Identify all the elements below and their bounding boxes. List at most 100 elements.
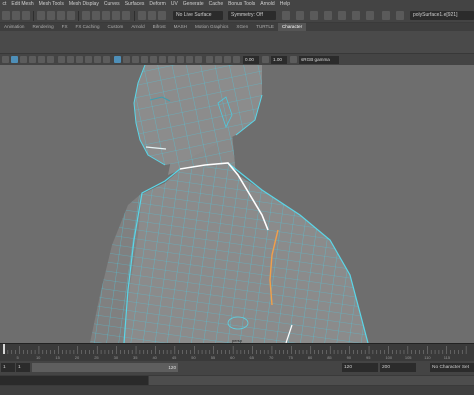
isolate-select-icon[interactable]	[206, 56, 213, 63]
gate-mask-icon[interactable]	[85, 56, 92, 63]
snap-curve-icon[interactable]	[92, 11, 100, 20]
xray-icon[interactable]	[215, 56, 222, 63]
transform-icon[interactable]	[324, 11, 332, 20]
tab-fx-caching[interactable]: FX Caching	[72, 23, 104, 31]
time-ruler[interactable]	[0, 344, 474, 354]
menu-cache[interactable]: Cache	[206, 0, 225, 9]
menu-uv[interactable]: UV	[168, 0, 180, 9]
playback-range-bar[interactable]: 120	[32, 363, 178, 372]
resolution-gate-icon[interactable]	[76, 56, 83, 63]
tab-bifrost[interactable]: Bifrost	[149, 23, 170, 31]
viewport-persp[interactable]: persp	[0, 65, 474, 343]
gamma-icon[interactable]	[262, 56, 269, 63]
select-by-object-icon[interactable]	[12, 11, 20, 20]
grease-pencil-icon[interactable]	[47, 56, 54, 63]
face-mask-icon[interactable]	[57, 11, 65, 20]
menu-arnold[interactable]: Arnold	[258, 0, 277, 9]
menu-help[interactable]: Help	[277, 0, 292, 9]
shelf-area	[0, 31, 474, 53]
tab-rendering[interactable]: Rendering	[28, 23, 57, 31]
frame-mark-label: 35	[133, 355, 138, 360]
color-management-icon[interactable]	[290, 56, 297, 63]
tab-animation[interactable]: Animation	[0, 23, 28, 31]
render-frame-icon[interactable]	[148, 11, 156, 20]
film-gate-icon[interactable]	[67, 56, 74, 63]
image-plane-icon[interactable]	[29, 56, 36, 63]
rename-icon[interactable]	[396, 11, 404, 20]
anti-aliasing-icon[interactable]	[186, 56, 193, 63]
shadows-icon[interactable]	[159, 56, 166, 63]
frame-mark-label: 100	[385, 355, 393, 360]
view-transform-field[interactable]: sRGB gamma	[299, 56, 339, 64]
ipr-render-icon[interactable]	[158, 11, 166, 20]
menu-surfaces[interactable]: Surfaces	[122, 0, 147, 9]
command-result	[149, 376, 474, 385]
command-input[interactable]	[0, 376, 148, 385]
smooth-shade-icon[interactable]	[123, 56, 130, 63]
snap-live-icon[interactable]	[122, 11, 130, 20]
quick-select-icon[interactable]	[338, 11, 346, 20]
select-by-component-icon[interactable]	[22, 11, 30, 20]
tab-arnold[interactable]: Arnold	[127, 23, 148, 31]
input-line-icon[interactable]	[382, 11, 390, 20]
soft-select-icon[interactable]	[282, 11, 290, 20]
object-edit-icon[interactable]	[366, 11, 374, 20]
tab-character[interactable]: Character	[277, 23, 307, 31]
tab-motion-graphics[interactable]: Motion Graphics	[191, 23, 232, 31]
exposure-field[interactable]: 0.00	[243, 56, 259, 64]
menu-curves[interactable]: Curves	[101, 0, 122, 9]
render-view-icon[interactable]	[138, 11, 146, 20]
textured-icon[interactable]	[141, 56, 148, 63]
edge-mask-icon[interactable]	[47, 11, 55, 20]
select-by-hierarchy-icon[interactable]	[2, 11, 10, 20]
snap-point-icon[interactable]	[102, 11, 110, 20]
tab-turtle[interactable]: TURTLE	[252, 23, 278, 31]
symmetry-dropdown[interactable]: Symmetry: Off	[228, 11, 276, 20]
object-name-field[interactable]: polySurface1.e[921]	[410, 11, 474, 20]
lock-icon[interactable]	[352, 11, 360, 20]
character-set-dropdown[interactable]: No Character Set	[430, 363, 474, 372]
magnet-icon[interactable]	[296, 11, 304, 20]
menu-generate[interactable]: Generate	[180, 0, 206, 9]
field-chart-icon[interactable]	[94, 56, 101, 63]
menu-mesh-tools[interactable]: Mesh Tools	[36, 0, 66, 9]
2d-pan-zoom-icon[interactable]	[38, 56, 45, 63]
menu-bonus-tools[interactable]: Bonus Tools	[226, 0, 258, 9]
tab-fx[interactable]: FX	[58, 23, 72, 31]
range-start-field[interactable]: 1	[1, 363, 15, 372]
snap-view-plane-icon[interactable]	[112, 11, 120, 20]
safe-action-icon[interactable]	[103, 56, 110, 63]
live-surface-field[interactable]: No Live Surface	[173, 11, 223, 20]
playback-start-field[interactable]: 1	[16, 363, 30, 372]
vertex-mask-icon[interactable]	[37, 11, 45, 20]
tab-mash[interactable]: MASH	[170, 23, 191, 31]
motion-blur-icon[interactable]	[177, 56, 184, 63]
playback-end-field[interactable]: 120	[342, 363, 378, 372]
bookmarks-icon[interactable]	[20, 56, 27, 63]
ambient-occlusion-icon[interactable]	[168, 56, 175, 63]
exposure-icon[interactable]	[233, 56, 240, 63]
xray-joints-icon[interactable]	[224, 56, 231, 63]
uv-mask-icon[interactable]	[67, 11, 75, 20]
grid-icon[interactable]	[58, 56, 65, 63]
snap-grid-icon[interactable]	[82, 11, 90, 20]
viewport-canvas[interactable]	[0, 65, 474, 343]
anim-end-field[interactable]: 200	[380, 363, 416, 372]
camera-attributes-icon[interactable]	[11, 56, 18, 63]
menu-deform[interactable]: Deform	[147, 0, 168, 9]
current-frame-marker[interactable]	[3, 344, 5, 354]
gamma-field[interactable]: 1.00	[271, 56, 287, 64]
wireframe-on-shaded-icon[interactable]	[132, 56, 139, 63]
wireframe-icon[interactable]	[114, 56, 121, 63]
reflection-icon[interactable]	[310, 11, 318, 20]
time-slider[interactable]: 5 10 15 20 25 30 35 40 45 50 55 60 65 70 75 80 85 90 95 100…	[0, 343, 474, 361]
frame-mark-label: 60	[230, 355, 235, 360]
menu-ct[interactable]: ct	[0, 0, 9, 9]
select-camera-icon[interactable]	[2, 56, 9, 63]
tab-custom[interactable]: Custom	[104, 23, 128, 31]
lights-icon[interactable]	[150, 56, 157, 63]
tab-xgen[interactable]: XGen	[232, 23, 252, 31]
menu-mesh-display[interactable]: Mesh Display	[66, 0, 101, 9]
menu-edit-mesh[interactable]: Edit Mesh	[9, 0, 36, 9]
depth-of-field-icon[interactable]	[195, 56, 202, 63]
